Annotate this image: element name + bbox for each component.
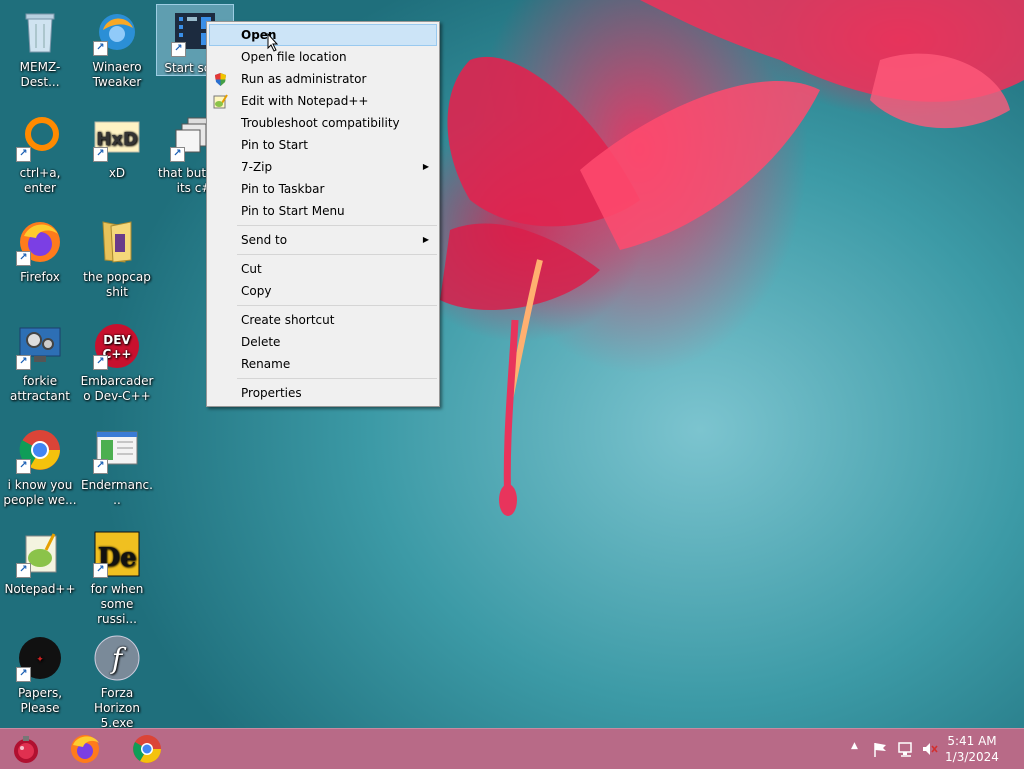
notepadpp-icon: ↗	[16, 530, 64, 578]
menu-separator	[237, 254, 437, 255]
desktop[interactable]: MEMZ-Dest... ↗ ctrl+a, enter ↗ Firefox ↗…	[0, 0, 1024, 728]
desktop-icon-winaero[interactable]: ↗ Winaero Tweaker	[79, 4, 155, 100]
shortcut-arrow-icon: ↗	[16, 251, 31, 266]
shortcut-arrow-icon: ↗	[170, 147, 185, 162]
shortcut-arrow-icon: ↗	[93, 459, 108, 474]
shortcut-arrow-icon: ↗	[93, 41, 108, 56]
volume-muted-icon[interactable]	[921, 741, 939, 781]
svg-text:✦: ✦	[36, 655, 44, 665]
notepadpp-icon	[213, 94, 228, 109]
desktop-icon-de[interactable]: De ↗ for when some russi...	[79, 526, 155, 626]
firefox-icon[interactable]	[69, 733, 101, 765]
network-icon[interactable]	[897, 741, 915, 781]
desktop-icon-papers-please[interactable]: ✦ ↗ Papers, Please	[2, 630, 78, 726]
action-center-flag-icon[interactable]	[872, 741, 890, 781]
desktop-icon-label: ctrl+a, enter	[19, 166, 61, 195]
system-clock[interactable]: 5:41 AM 1/3/2024	[942, 733, 1002, 765]
menu-item-create-shortcut[interactable]: Create shortcut	[207, 309, 439, 331]
shortcut-arrow-icon: ↗	[93, 563, 108, 578]
menu-item-copy[interactable]: Copy	[207, 280, 439, 302]
desktop-icon-ctrl-a-enter[interactable]: ↗ ctrl+a, enter	[2, 110, 78, 206]
shortcut-arrow-icon: ↗	[16, 355, 31, 370]
menu-item-rename[interactable]: Rename	[207, 353, 439, 375]
flash-icon: f	[93, 634, 141, 682]
shortcut-arrow-icon: ↗	[16, 667, 31, 682]
menu-item-7zip[interactable]: 7-Zip ▶	[207, 156, 439, 178]
desktop-icon-label: for when some russi...	[90, 582, 144, 626]
folder-icon	[93, 218, 141, 266]
desktop-icon-label: the popcap shit	[83, 270, 151, 299]
menu-item-pin-start[interactable]: Pin to Start	[207, 134, 439, 156]
menu-item-send-to[interactable]: Send to ▶	[207, 229, 439, 251]
menu-item-edit-notepadpp[interactable]: Edit with Notepad++	[207, 90, 439, 112]
context-menu: Open Open file location Run as administr…	[206, 21, 440, 407]
orange-ring-icon: ↗	[16, 114, 64, 162]
menu-separator	[237, 305, 437, 306]
clock-date: 1/3/2024	[945, 750, 999, 764]
chrome-icon[interactable]	[131, 733, 163, 765]
firefox-icon: ↗	[16, 218, 64, 266]
desktop-icon-label: Winaero Tweaker	[92, 60, 142, 89]
menu-item-cut[interactable]: Cut	[207, 258, 439, 280]
menu-item-pin-taskbar[interactable]: Pin to Taskbar	[207, 178, 439, 200]
winaero-icon: ↗	[93, 8, 141, 56]
recycle-bin-icon	[16, 8, 64, 56]
papers-please-icon: ✦ ↗	[16, 634, 64, 682]
menu-item-pin-start-menu[interactable]: Pin to Start Menu	[207, 200, 439, 222]
desktop-icon-devcpp[interactable]: DEV C++ ↗ Embarcadero Dev-C++	[79, 318, 155, 414]
desktop-icon-endermanch[interactable]: ↗ Endermanc...	[79, 422, 155, 518]
desktop-icon-label: i know you people we...	[3, 478, 77, 507]
de-icon: De ↗	[93, 530, 141, 578]
desktop-icon-label: Embarcadero Dev-C++	[80, 374, 154, 403]
clock-time: 5:41 AM	[947, 734, 997, 748]
menu-item-delete[interactable]: Delete	[207, 331, 439, 353]
desktop-icon-popcap[interactable]: the popcap shit	[79, 214, 155, 310]
shortcut-arrow-icon: ↗	[93, 355, 108, 370]
menu-separator	[237, 378, 437, 379]
desktop-icon-label: Notepad++	[4, 582, 76, 596]
uac-shield-icon	[215, 73, 226, 86]
desktop-icon-forza[interactable]: f Forza Horizon 5.exe	[79, 630, 155, 728]
svg-text:DEV: DEV	[103, 333, 131, 347]
desktop-icon-firefox[interactable]: ↗ Firefox	[2, 214, 78, 310]
desktop-icon-label: Forza Horizon 5.exe	[94, 686, 140, 728]
taskbar: ▲ 5:41 AM 1/3/2024	[0, 728, 1024, 769]
desktop-icon-label: MEMZ-Dest...	[19, 60, 61, 89]
start-orb-icon[interactable]	[10, 733, 42, 765]
desktop-icon-label: Firefox	[20, 270, 60, 284]
shortcut-arrow-icon: ↗	[16, 563, 31, 578]
submenu-arrow-icon: ▶	[422, 235, 429, 244]
desktop-icon-notepadpp[interactable]: ↗ Notepad++	[2, 526, 78, 622]
desktop-icon-chrome[interactable]: ↗ i know you people we...	[2, 422, 78, 518]
menu-item-open-file-location[interactable]: Open file location	[207, 46, 439, 68]
shortcut-arrow-icon: ↗	[16, 459, 31, 474]
menu-item-properties[interactable]: Properties	[207, 382, 439, 404]
menu-item-run-as-admin[interactable]: Run as administrator	[207, 68, 439, 90]
desktop-icon-hxd[interactable]: HxD ↗ xD	[79, 110, 155, 206]
window-app-icon: ↗	[93, 426, 141, 474]
desktop-icon-label: forkie attractant	[9, 374, 71, 403]
shortcut-arrow-icon: ↗	[171, 42, 186, 57]
shortcut-arrow-icon: ↗	[93, 147, 108, 162]
desktop-icon-forkie[interactable]: ↗ forkie attractant	[2, 318, 78, 414]
desktop-icon-label: Papers, Please	[17, 686, 63, 715]
devcpp-icon: DEV C++ ↗	[93, 322, 141, 370]
menu-item-troubleshoot[interactable]: Troubleshoot compatibility	[207, 112, 439, 134]
desktop-icon-label: Endermanc...	[81, 478, 153, 507]
submenu-arrow-icon: ▶	[422, 162, 429, 171]
shortcut-arrow-icon: ↗	[16, 147, 31, 162]
hxd-icon: HxD ↗	[93, 114, 141, 162]
chrome-icon: ↗	[16, 426, 64, 474]
desktop-icon-label: xD	[108, 166, 126, 180]
menu-separator	[237, 225, 437, 226]
settings-monitor-icon: ↗	[16, 322, 64, 370]
menu-item-open[interactable]: Open	[209, 24, 437, 52]
show-hidden-icons-chevron[interactable]: ▲	[851, 741, 858, 781]
desktop-icon-memz[interactable]: MEMZ-Dest...	[2, 4, 78, 100]
